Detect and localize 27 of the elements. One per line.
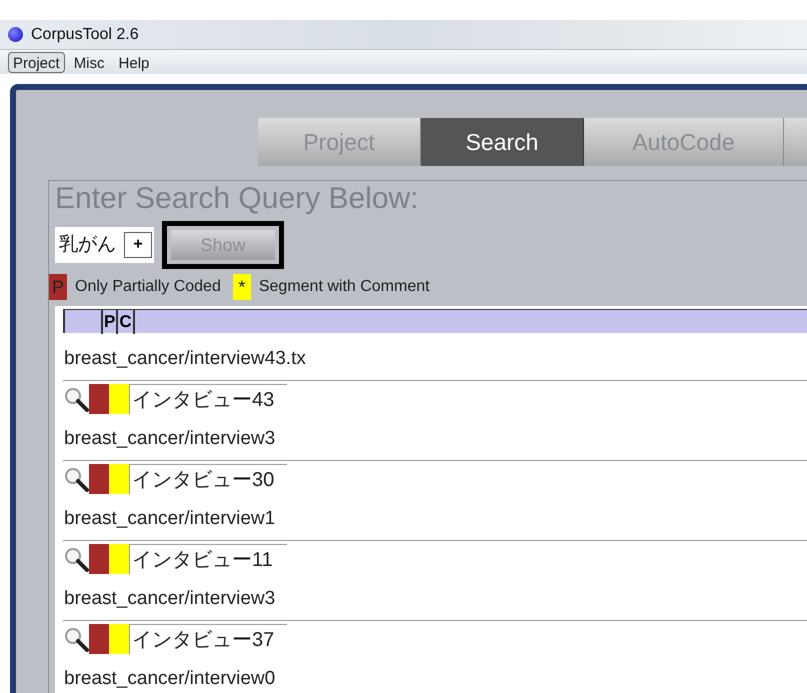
search-hit[interactable]: インタビュー30 [129, 464, 287, 494]
menu-item[interactable]: Help [114, 52, 154, 72]
file-path: breast_cancer/interview1 [63, 493, 807, 541]
tab[interactable]: Search [421, 118, 584, 166]
app-icon [8, 27, 23, 42]
search-hit[interactable]: インタビュー11 [129, 544, 287, 574]
file-path: breast_cancer/interview3 [63, 413, 807, 461]
search-hit[interactable]: インタビュー37 [129, 624, 287, 654]
file-path: breast_cancer/interview3 [63, 573, 807, 621]
menu-item[interactable]: Project [8, 52, 65, 72]
search-hit[interactable]: インタビュー43 [129, 384, 287, 414]
legend-label: Only Partially Coded [75, 277, 221, 297]
magnifier-icon[interactable] [63, 626, 89, 652]
legend-label: Segment with Comment [258, 277, 430, 297]
query-field[interactable]: 乳がん + [55, 227, 154, 263]
legend-swatch: * [232, 274, 251, 300]
file-path: breast_cancer/interview0 [63, 653, 807, 693]
legend-swatch: P [49, 274, 67, 300]
magnifier-icon[interactable] [63, 546, 89, 572]
table-header: P C [63, 309, 807, 333]
file-path: breast_cancer/interview43.tx [63, 333, 807, 381]
search-heading: Enter Search Query Below: [55, 182, 420, 216]
magnifier-icon[interactable] [63, 386, 89, 412]
menu-item[interactable]: Misc [68, 52, 110, 72]
add-button[interactable]: + [124, 232, 152, 258]
magnifier-icon[interactable] [63, 466, 89, 492]
window-title: CorpusTool 2.6 [31, 24, 139, 44]
